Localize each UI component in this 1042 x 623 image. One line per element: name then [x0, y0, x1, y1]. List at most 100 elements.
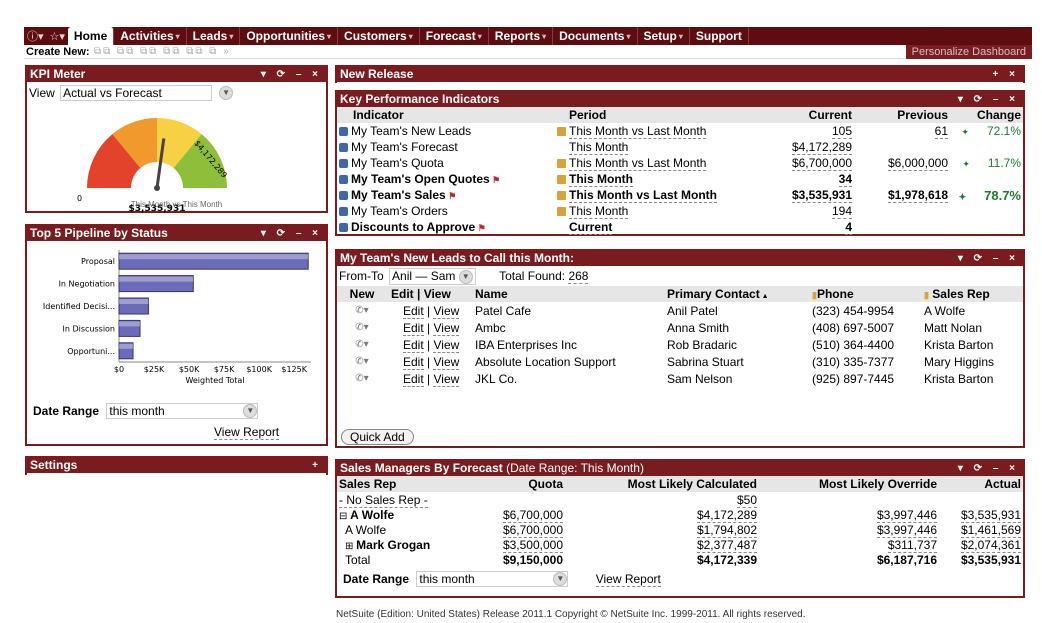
forecast-calc[interactable]: $2,377,487	[696, 537, 757, 553]
kpi-period[interactable]: This Month	[569, 140, 629, 155]
kpi-current[interactable]: 4	[845, 220, 852, 235]
create-new-icons[interactable]: ⧉⧉ ⧉⧉ ⧉⧉ ⧉⧉ ⧉⧉ ⧉ »	[94, 45, 231, 59]
edit-link[interactable]: Edit	[403, 354, 424, 370]
kpi-period[interactable]: This Month vs Last Month	[569, 188, 717, 203]
kpi-current[interactable]: $3,535,931	[791, 188, 852, 203]
kpi-previous[interactable]: 61	[934, 124, 948, 139]
kpi-current[interactable]: $4,172,289	[791, 140, 852, 155]
kpi-current[interactable]: 34	[838, 172, 852, 187]
chevron-down-icon[interactable]: ▾	[542, 32, 546, 41]
edit-link[interactable]: Edit	[403, 337, 424, 353]
forecast-override[interactable]: $3,997,446	[876, 522, 937, 538]
nav-tab-home[interactable]: Home	[67, 27, 115, 45]
col-new[interactable]: New	[337, 286, 387, 302]
kpi-current[interactable]: $6,700,000	[791, 156, 852, 171]
indicator-icon[interactable]	[339, 159, 348, 169]
chevron-down-icon[interactable]: ▾	[176, 32, 180, 41]
view-select[interactable]: Actual vs Forecast ▼	[60, 85, 234, 101]
view-link[interactable]: View	[433, 320, 460, 336]
kpi-period[interactable]: Current	[569, 220, 613, 235]
forecast-override[interactable]: $311,737	[887, 537, 937, 553]
col-ml-override[interactable]: Most Likely Override	[757, 476, 937, 492]
nav-tab-activities[interactable]: Activities ▾	[114, 27, 187, 45]
indicator-icon[interactable]	[339, 207, 348, 217]
chevron-down-icon[interactable]: ▾	[478, 32, 482, 41]
forecast-calc[interactable]: $4,172,289	[696, 507, 757, 523]
col-period[interactable]: Period	[557, 107, 772, 123]
col-primary-contact[interactable]: Primary Contact ▲	[667, 286, 812, 302]
forecast-actual[interactable]: $3,535,931	[960, 507, 1021, 523]
kpi-current[interactable]: 194	[831, 204, 852, 219]
call-icon[interactable]: ✆▾	[337, 336, 387, 353]
view-link[interactable]: View	[433, 303, 460, 319]
portlet-controls[interactable]: ▾ ⟳ – ×	[958, 461, 1019, 476]
chart-icon[interactable]	[557, 159, 566, 169]
nav-tab-reports[interactable]: Reports ▾	[489, 27, 554, 45]
forecast-rep[interactable]: - No Sales Rep -	[339, 492, 428, 508]
chevron-down-icon[interactable]: ▾	[679, 32, 683, 41]
edit-link[interactable]: Edit	[403, 371, 424, 387]
col-actual[interactable]: Actual	[937, 476, 1023, 492]
nav-tab-documents[interactable]: Documents ▾	[553, 27, 638, 45]
help-icon[interactable]: ⓘ▾	[24, 28, 47, 44]
forecast-calc[interactable]: $1,794,802	[696, 522, 757, 538]
from-to-select[interactable]: Anil — Sam ▼	[389, 268, 476, 285]
chart-icon[interactable]	[557, 127, 566, 137]
kpi-period[interactable]: This Month	[569, 204, 629, 219]
chevron-down-icon[interactable]: ▾	[409, 32, 413, 41]
kpi-previous[interactable]: $1,978,618	[887, 188, 948, 203]
call-icon[interactable]: ✆▾	[337, 353, 387, 370]
portlet-controls[interactable]: ▾ ⟳ – ×	[958, 92, 1019, 107]
view-report-link[interactable]: View Report	[214, 425, 280, 440]
portlet-controls[interactable]: ▾ ⟳ – ×	[261, 67, 322, 82]
col-change[interactable]: Change	[948, 107, 1023, 123]
star-icon[interactable]: ☆▾	[47, 30, 68, 43]
chevron-down-icon[interactable]: ▾	[327, 32, 331, 41]
chevron-down-icon[interactable]: ▾	[229, 32, 233, 41]
chart-icon[interactable]	[557, 191, 566, 201]
chevron-down-icon[interactable]: ▼	[553, 572, 568, 586]
quick-add-button[interactable]: Quick Add	[341, 429, 414, 445]
view-link[interactable]: View	[433, 337, 460, 353]
kpi-period[interactable]: This Month vs Last Month	[569, 156, 707, 171]
expand-icon[interactable]: +	[312, 458, 322, 473]
collapse-icon[interactable]: ⊟	[339, 511, 350, 522]
col-sales-rep[interactable]: Sales Rep	[337, 476, 457, 492]
nav-tab-customers[interactable]: Customers ▾	[338, 27, 420, 45]
chevron-down-icon[interactable]: ▼	[458, 269, 473, 284]
col-current[interactable]: Current	[772, 107, 852, 123]
chart-icon[interactable]	[557, 207, 566, 217]
forecast-actual[interactable]: $1,461,569	[960, 522, 1021, 538]
portlet-controls[interactable]: ▾ ⟳ – ×	[958, 251, 1019, 266]
indicator-icon[interactable]	[339, 191, 348, 201]
col-ml-calc[interactable]: Most Likely Calculated	[563, 476, 757, 492]
call-icon[interactable]: ✆▾	[337, 302, 387, 319]
col-sales-rep[interactable]: ▮ Sales Rep	[924, 286, 1023, 302]
view-link[interactable]: View	[433, 354, 460, 370]
forecast-quota[interactable]: $6,700,000	[502, 522, 563, 538]
chart-icon[interactable]	[557, 175, 566, 185]
date-range-select[interactable]: this month ▼	[416, 571, 569, 587]
chevron-down-icon[interactable]: ▾	[626, 32, 630, 41]
view-report-link[interactable]: View Report	[595, 572, 661, 587]
nav-tab-opportunities[interactable]: Opportunities ▾	[240, 27, 339, 45]
nav-tab-forecast[interactable]: Forecast ▾	[420, 27, 489, 45]
forecast-quota[interactable]: $3,500,000	[502, 537, 563, 553]
indicator-icon[interactable]	[339, 175, 348, 185]
expand-icon[interactable]: ⊞	[345, 541, 356, 552]
forecast-calc[interactable]: $50	[736, 492, 757, 508]
col-quota[interactable]: Quota	[457, 476, 563, 492]
forecast-quota[interactable]: $6,700,000	[502, 507, 563, 523]
kpi-period[interactable]: This Month vs Last Month	[569, 124, 707, 139]
indicator-icon[interactable]	[339, 143, 348, 153]
col-indicator[interactable]: Indicator	[337, 107, 557, 123]
nav-tab-support[interactable]: Support	[690, 27, 749, 45]
forecast-override[interactable]: $3,997,446	[876, 507, 937, 523]
indicator-icon[interactable]	[339, 127, 348, 137]
portlet-controls[interactable]: + ×	[993, 67, 1019, 82]
col-phone[interactable]: ▮Phone	[812, 286, 924, 302]
col-previous[interactable]: Previous	[852, 107, 948, 123]
indicator-icon[interactable]	[339, 223, 348, 233]
chevron-down-icon[interactable]: ▼	[243, 404, 258, 418]
forecast-actual[interactable]: $2,074,361	[960, 537, 1021, 553]
